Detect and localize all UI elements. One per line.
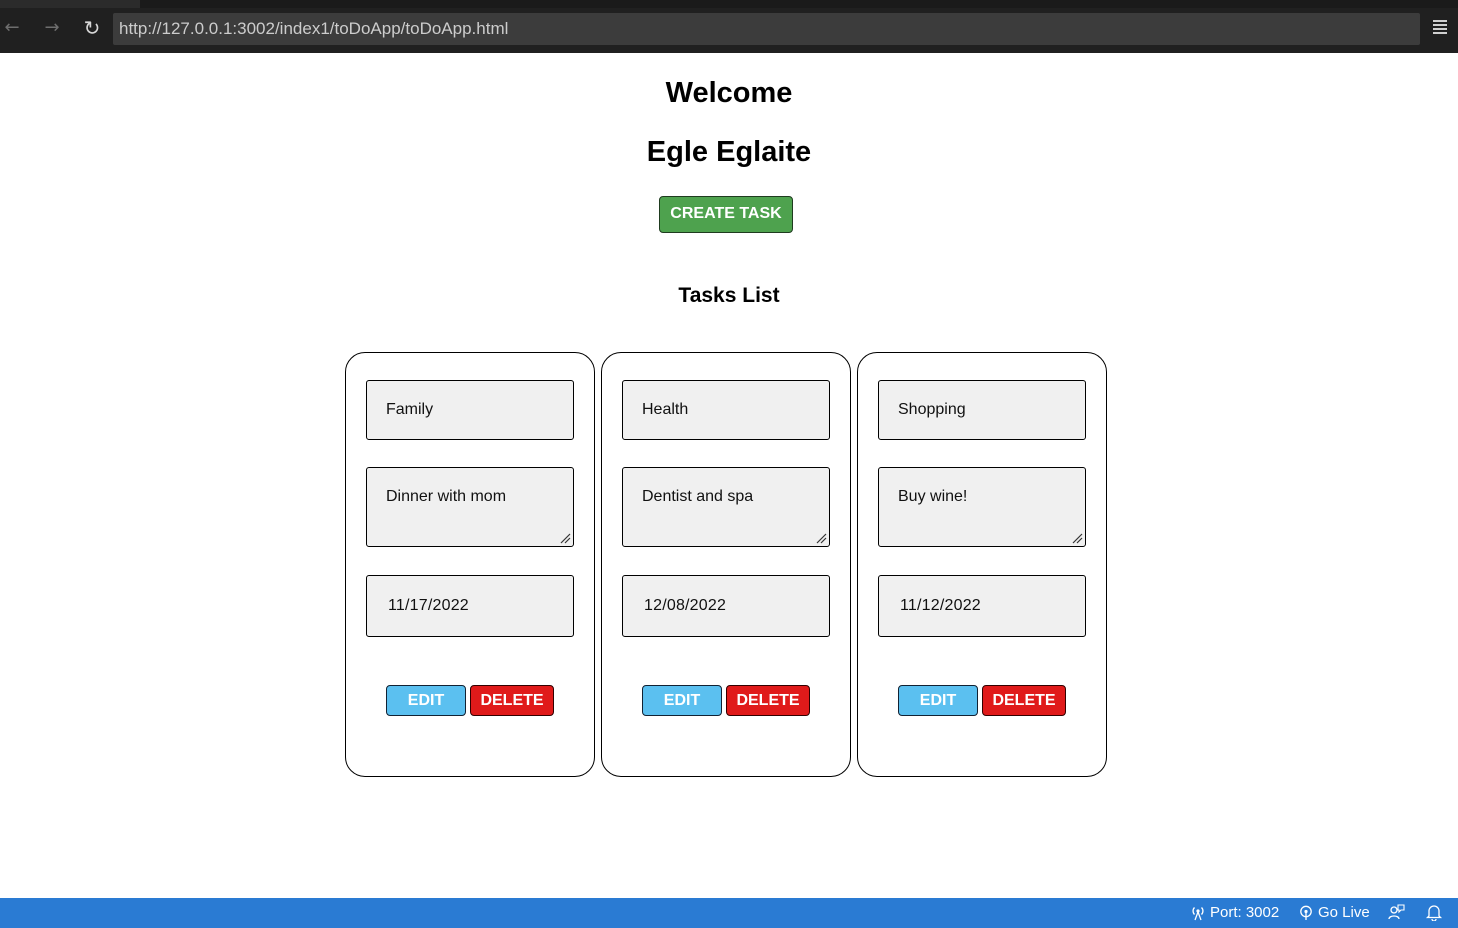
browser-toolbar: ← → ↻ http://127.0.0.1:3002/index1/toDoA… [0, 0, 1458, 53]
tab-strip [0, 0, 1458, 8]
task-description-text: Dinner with mom [386, 488, 507, 505]
edit-button[interactable]: EDIT [386, 685, 466, 716]
task-card: Family Dinner with mom 11/17/2022 EDIT D… [345, 352, 595, 777]
notifications-icon[interactable] [1425, 903, 1443, 923]
url-text: http://127.0.0.1:3002/index1/toDoApp/toD… [119, 19, 509, 38]
task-description-textarea[interactable]: Dentist and spa [622, 467, 830, 547]
task-category-field[interactable]: Health [622, 380, 830, 440]
port-label: Port: 3002 [1210, 904, 1280, 921]
page-content: Welcome Egle Eglaite CREATE TASK Tasks L… [0, 53, 1458, 898]
reload-icon[interactable]: ↻ [80, 16, 104, 40]
delete-button[interactable]: DELETE [982, 685, 1066, 716]
resize-handle-icon[interactable] [559, 532, 571, 544]
task-card: Health Dentist and spa 12/08/2022 EDIT D… [601, 352, 851, 777]
bell-icon [1425, 905, 1443, 922]
user-name-heading: Egle Eglaite [646, 136, 812, 168]
task-category-field[interactable]: Shopping [878, 380, 1086, 440]
task-category-field[interactable]: Family [366, 380, 574, 440]
task-category-text: Shopping [898, 401, 966, 418]
delete-button[interactable]: DELETE [726, 685, 810, 716]
tab[interactable] [0, 0, 140, 8]
task-date-field[interactable]: 11/17/2022 [366, 575, 574, 637]
go-live-icon [1300, 905, 1312, 921]
feedback-icon[interactable] [1387, 903, 1405, 923]
task-date-field[interactable]: 12/08/2022 [622, 575, 830, 637]
delete-button[interactable]: DELETE [470, 685, 554, 716]
go-live-status[interactable]: Go Live [1298, 903, 1370, 923]
hamburger-menu-icon[interactable] [1430, 18, 1450, 38]
welcome-heading: Welcome [665, 77, 793, 109]
task-category-text: Health [642, 401, 689, 418]
task-card: Shopping Buy wine! 11/12/2022 EDIT DELET… [857, 352, 1107, 777]
task-description-textarea[interactable]: Buy wine! [878, 467, 1086, 547]
port-status[interactable]: Port: 3002 [1190, 903, 1279, 923]
resize-handle-icon[interactable] [1071, 532, 1083, 544]
go-live-label: Go Live [1318, 904, 1370, 921]
broadcast-icon [1192, 907, 1204, 921]
task-date-text: 11/17/2022 [388, 597, 469, 614]
back-icon[interactable]: ← [0, 16, 24, 40]
task-description-text: Buy wine! [898, 488, 968, 505]
tasks-list-heading: Tasks List [678, 284, 780, 307]
task-description-text: Dentist and spa [642, 488, 754, 505]
person-feedback-icon [1388, 904, 1405, 920]
status-bar: Port: 3002 Go Live [0, 898, 1458, 928]
forward-icon[interactable]: → [40, 16, 64, 40]
task-date-field[interactable]: 11/12/2022 [878, 575, 1086, 637]
edit-button[interactable]: EDIT [642, 685, 722, 716]
resize-handle-icon[interactable] [815, 532, 827, 544]
task-description-textarea[interactable]: Dinner with mom [366, 467, 574, 547]
task-category-text: Family [386, 401, 434, 418]
address-bar[interactable]: http://127.0.0.1:3002/index1/toDoApp/toD… [113, 13, 1420, 45]
task-date-text: 12/08/2022 [644, 597, 727, 614]
task-date-text: 11/12/2022 [900, 597, 981, 614]
edit-button[interactable]: EDIT [898, 685, 978, 716]
create-task-button[interactable]: CREATE TASK [659, 196, 793, 233]
